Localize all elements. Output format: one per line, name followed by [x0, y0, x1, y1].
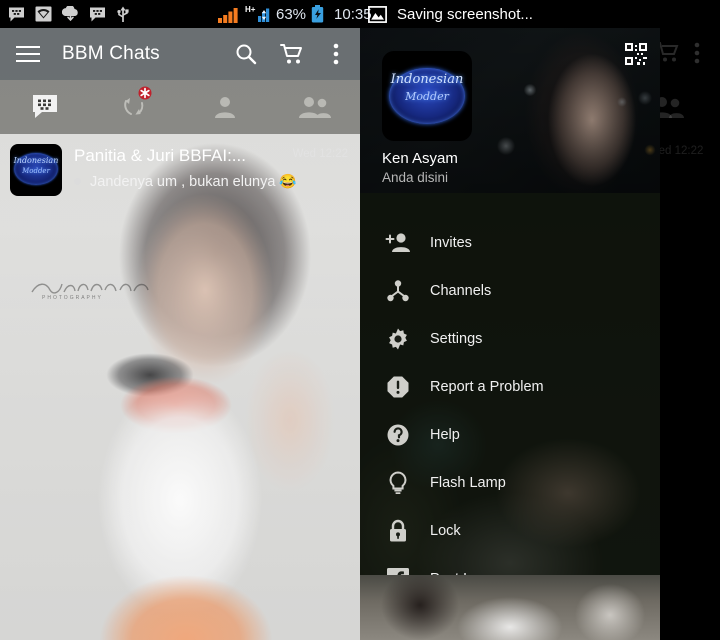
navigation-drawer: Indonesian Modder Ken Asyam Anda disini	[360, 28, 660, 575]
screenshot-notification: Saving screenshot...	[368, 0, 533, 28]
below-drawer-photo	[360, 575, 660, 640]
drawer-item-settings[interactable]: Settings	[360, 315, 660, 363]
avatar: Indonesian Modder	[10, 144, 62, 196]
screenshot-image-icon	[368, 5, 387, 23]
drawer-item-label: Flash Lamp	[430, 475, 506, 491]
drawer-item-post-image[interactable]: Post Image	[360, 555, 660, 575]
unread-dot	[74, 178, 81, 185]
avatar-logo-line1: Indonesian	[13, 156, 59, 165]
battery-charging-icon	[311, 5, 324, 23]
signal-bars-icon	[218, 7, 238, 23]
bbm-chats-screen: PHOTOGRAPHY BBM Chats Indonesian Modder …	[0, 0, 360, 640]
drawer-item-help[interactable]: Help	[360, 411, 660, 459]
status-bar: H+ 63% 10:35 Saving screenshot...	[0, 0, 720, 28]
question-mark-icon	[377, 420, 419, 450]
lock-icon	[377, 516, 419, 546]
tab-updates[interactable]	[90, 80, 180, 134]
profile-avatar[interactable]: Indonesian Modder	[382, 51, 472, 141]
drawer-menu-list: Invites Channels Settings Report a Probl…	[360, 193, 660, 575]
bbm-message-icon	[90, 7, 105, 21]
page-title: BBM Chats	[62, 43, 160, 64]
battery-percent: 63%	[276, 5, 307, 23]
bbm-message-icon	[9, 7, 24, 21]
qr-code-icon[interactable]	[625, 43, 647, 65]
clock: 10:35	[334, 5, 372, 23]
ghost-overflow-icon	[694, 42, 700, 69]
chat-preview-message: Jandenya um , bukan elunya	[90, 173, 276, 190]
drawer-profile-header[interactable]: Indonesian Modder Ken Asyam Anda disini	[360, 28, 660, 193]
chat-list: Indonesian Modder Panitia & Juri BBFAI:.…	[0, 134, 360, 204]
tab-strip	[0, 80, 360, 134]
message-emoji: 😂	[279, 173, 297, 189]
drawer-menu-body: Invites Channels Settings Report a Probl…	[360, 193, 660, 575]
avatar-logo-line2: Modder	[22, 167, 50, 175]
drawer-item-lock[interactable]: Lock	[360, 507, 660, 555]
data-network-icon: H+	[245, 5, 270, 22]
photographer-watermark: PHOTOGRAPHY	[31, 283, 149, 300]
drawer-item-label: Post Image	[430, 571, 503, 575]
drawer-item-flash-lamp[interactable]: Flash Lamp	[360, 459, 660, 507]
light-bulb-icon	[377, 468, 419, 498]
drawer-item-label: Invites	[430, 235, 472, 251]
screen: PHOTOGRAPHY BBM Chats Indonesian Modder …	[0, 0, 720, 640]
status-bar-left-icons	[8, 0, 130, 28]
drawer-item-label: Help	[430, 427, 460, 443]
updates-badge	[138, 86, 152, 105]
drawer-item-label: Settings	[430, 331, 483, 347]
drawer-item-report-a-problem[interactable]: Report a Problem	[360, 363, 660, 411]
drawer-item-channels[interactable]: Channels	[360, 267, 660, 315]
usb-icon	[117, 6, 129, 22]
overflow-menu-icon[interactable]	[322, 40, 350, 68]
action-bar: BBM Chats	[0, 28, 360, 80]
person-icon	[215, 97, 235, 118]
facebook-icon	[377, 564, 419, 575]
hamburger-menu-icon[interactable]	[14, 40, 42, 68]
groups-people-icon	[299, 97, 331, 118]
avatar-logo-line1: Indonesian	[390, 72, 464, 87]
drawer-item-invites[interactable]: Invites	[360, 219, 660, 267]
svg-text:PHOTOGRAPHY: PHOTOGRAPHY	[42, 295, 103, 300]
download-sync-icon	[62, 6, 78, 22]
profile-status: Anda disini	[382, 170, 449, 185]
drawer-item-label: Report a Problem	[430, 379, 544, 395]
add-person-icon	[377, 228, 419, 258]
tab-groups[interactable]	[270, 80, 360, 134]
profile-name: Ken Asyam	[382, 150, 458, 167]
status-bar-right: H+ 63% 10:35	[218, 0, 372, 28]
shopping-cart-icon[interactable]	[278, 40, 306, 68]
screenshot-notification-text: Saving screenshot...	[397, 5, 533, 23]
svg-text:H+: H+	[245, 5, 256, 14]
tab-chats[interactable]	[0, 80, 90, 134]
drawer-item-label: Lock	[430, 523, 461, 539]
chat-list-item[interactable]: Indonesian Modder Panitia & Juri BBFAI:.…	[0, 134, 360, 204]
gear-icon	[377, 324, 419, 354]
search-icon[interactable]	[232, 40, 260, 68]
channels-network-icon	[377, 276, 419, 306]
exclamation-icon	[377, 372, 419, 402]
drawer-item-label: Channels	[430, 283, 492, 299]
bbm-chat-bubble-icon	[33, 95, 57, 118]
chat-timestamp: Wed 12:22	[292, 148, 348, 160]
tab-contacts[interactable]	[180, 80, 270, 134]
wifi-icon	[35, 6, 52, 22]
avatar-logo-line2: Modder	[405, 90, 449, 103]
